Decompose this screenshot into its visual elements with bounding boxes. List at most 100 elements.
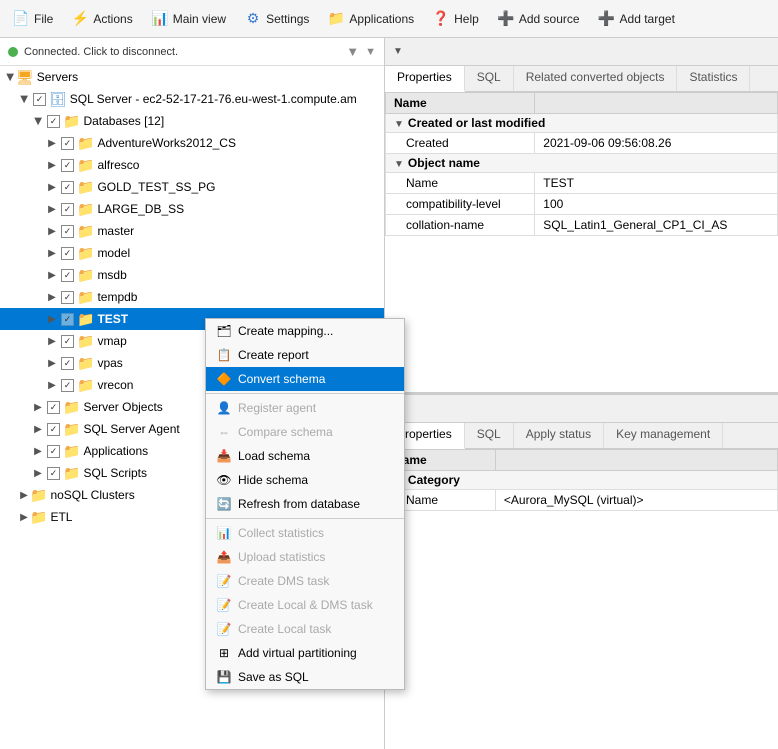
tree-checkbox-tempdb[interactable] xyxy=(61,291,74,304)
ctx-collect-statistics: 📊 Collect statistics xyxy=(206,521,404,545)
tree-checkbox-test[interactable] xyxy=(61,313,74,326)
tab-related-converted-objects[interactable]: Related converted objects xyxy=(514,66,678,91)
tree-item-msdb[interactable]: 📁 msdb xyxy=(0,264,384,286)
ctx-register-agent-icon: 👤 xyxy=(216,400,232,416)
prop-value-name: TEST xyxy=(535,173,778,194)
connection-dot xyxy=(8,47,18,57)
ctx-create-dms-task: 📝 Create DMS task xyxy=(206,569,404,593)
tree-checkbox-vpas[interactable] xyxy=(61,357,74,370)
applications-button[interactable]: 📁 Applications xyxy=(319,6,422,32)
properties-table-bottom: Name ▼Category Name <Aurora_MySQL (vi xyxy=(385,449,778,511)
help-label: Help xyxy=(454,12,479,26)
tree-checkbox-adventureworks[interactable] xyxy=(61,137,74,150)
tree-checkbox-sql-scripts[interactable] xyxy=(47,467,60,480)
panel-expand-arrow-top[interactable]: ▼ xyxy=(389,46,407,57)
tree-checkbox-sql-server[interactable] xyxy=(33,93,46,106)
tree-checkbox-msdb[interactable] xyxy=(61,269,74,282)
tree-checkbox-master[interactable] xyxy=(61,225,74,238)
add-target-button[interactable]: ➕ Add target xyxy=(590,6,683,32)
ctx-save-as-sql[interactable]: 💾 Save as SQL xyxy=(206,665,404,689)
ctx-add-virtual-partitioning[interactable]: ⊞ Add virtual partitioning xyxy=(206,641,404,665)
tree-checkbox-vrecon[interactable] xyxy=(61,379,74,392)
tab-apply-status[interactable]: Apply status xyxy=(514,423,604,448)
tree-arrow-databases xyxy=(32,116,44,127)
tree-item-alfresco[interactable]: 📁 alfresco xyxy=(0,154,384,176)
section-label-category: ▼Category xyxy=(386,471,778,490)
tree-checkbox-databases[interactable] xyxy=(47,115,60,128)
tree-checkbox-large-db[interactable] xyxy=(61,203,74,216)
ctx-create-report[interactable]: 📋 Create report xyxy=(206,343,404,367)
ctx-create-local-task: 📝 Create Local task xyxy=(206,617,404,641)
tab-statistics-top[interactable]: Statistics xyxy=(677,66,750,91)
tree-item-gold-test[interactable]: 📁 GOLD_TEST_SS_PG xyxy=(0,176,384,198)
ctx-load-schema[interactable]: 📥 Load schema xyxy=(206,444,404,468)
tree-checkbox-model[interactable] xyxy=(61,247,74,260)
prop-key-created: Created xyxy=(386,133,535,154)
tree-arrow-large-db xyxy=(46,204,58,215)
tree-item-databases[interactable]: 📁 Databases [12] xyxy=(0,110,384,132)
tree-item-sql-server[interactable]: 🗄 SQL Server - ec2-52-17-21-76.eu-west-1… xyxy=(0,88,384,110)
ctx-hide-schema[interactable]: 👁 Hide schema xyxy=(206,468,404,492)
actions-button[interactable]: ⚡ Actions xyxy=(63,6,140,32)
tree-item-tempdb[interactable]: 📁 tempdb xyxy=(0,286,384,308)
ctx-convert-schema[interactable]: 🔶 Convert schema xyxy=(206,367,404,391)
tree-label-vrecon: vrecon xyxy=(97,378,133,392)
tree-label-large-db: LARGE_DB_SS xyxy=(97,202,184,216)
table-row: collation-name SQL_Latin1_General_CP1_CI… xyxy=(386,215,778,236)
connection-text[interactable]: Connected. Click to disconnect. xyxy=(24,46,340,58)
file-button[interactable]: 📄 File xyxy=(4,6,61,32)
ctx-upload-stats-icon: 📤 xyxy=(216,549,232,565)
tree-item-large-db[interactable]: 📁 LARGE_DB_SS xyxy=(0,198,384,220)
tree-checkbox-server-objects[interactable] xyxy=(47,401,60,414)
servers-folder-icon: 🖥 xyxy=(16,69,34,86)
ctx-upload-statistics: 📤 Upload statistics xyxy=(206,545,404,569)
tab-sql-top[interactable]: SQL xyxy=(465,66,514,91)
settings-button[interactable]: ⚙ Settings xyxy=(236,6,317,32)
tree-label-nosql: noSQL Clusters xyxy=(50,488,134,502)
file-icon: 📄 xyxy=(12,10,30,28)
tab-key-management[interactable]: Key management xyxy=(604,423,723,448)
table-row: Name TEST xyxy=(386,173,778,194)
tree-label-gold-test: GOLD_TEST_SS_PG xyxy=(97,180,215,194)
section-label-object-name: ▼Object name xyxy=(386,154,778,173)
add-target-label: Add target xyxy=(620,12,675,26)
tree-arrow-vrecon xyxy=(46,380,58,391)
tree-checkbox-applications[interactable] xyxy=(47,445,60,458)
main-view-button[interactable]: 📊 Main view xyxy=(143,6,234,32)
tree-checkbox-sql-agent[interactable] xyxy=(47,423,60,436)
tree-arrow-sql-scripts xyxy=(32,468,44,479)
tree-arrow-applications xyxy=(32,446,44,457)
tree-item-master[interactable]: 📁 master xyxy=(0,220,384,242)
vrecon-icon: 📁 xyxy=(77,377,94,394)
tree-label-databases: Databases [12] xyxy=(83,114,164,128)
ctx-hide-schema-icon: 👁 xyxy=(216,472,232,488)
nosql-icon: 📁 xyxy=(30,487,47,504)
filter-arrow[interactable]: ▼ xyxy=(365,46,376,58)
ctx-compare-schema-label: Compare schema xyxy=(238,425,333,439)
ctx-create-report-label: Create report xyxy=(238,348,309,362)
ctx-collect-stats-label: Collect statistics xyxy=(238,526,324,540)
ctx-local-dms-label: Create Local & DMS task xyxy=(238,598,373,612)
tree-label-sql-agent: SQL Server Agent xyxy=(83,422,179,436)
tab-sql-bottom[interactable]: SQL xyxy=(465,423,514,448)
ctx-create-mapping[interactable]: 🗂 Create mapping... xyxy=(206,319,404,343)
ctx-refresh-database[interactable]: 🔄 Refresh from database xyxy=(206,492,404,516)
tree-arrow-master xyxy=(46,226,58,237)
ctx-dms-task-label: Create DMS task xyxy=(238,574,329,588)
filter-icon[interactable]: ▼ xyxy=(346,44,359,59)
col-header-value-bottom xyxy=(495,450,777,471)
ctx-convert-schema-label: Convert schema xyxy=(238,372,325,386)
tree-checkbox-vmap[interactable] xyxy=(61,335,74,348)
tree-item-model[interactable]: 📁 model xyxy=(0,242,384,264)
tree-item-adventureworks[interactable]: 📁 AdventureWorks2012_CS xyxy=(0,132,384,154)
tree-checkbox-alfresco[interactable] xyxy=(61,159,74,172)
ctx-load-schema-label: Load schema xyxy=(238,449,310,463)
table-row: compatibility-level 100 xyxy=(386,194,778,215)
tree-item-servers[interactable]: 🖥 Servers xyxy=(0,66,384,88)
tab-properties-top[interactable]: Properties xyxy=(385,66,465,92)
tree-checkbox-gold-test[interactable] xyxy=(61,181,74,194)
add-source-button[interactable]: ➕ Add source xyxy=(489,6,588,32)
table-row: Name <Aurora_MySQL (virtual)> xyxy=(386,490,778,511)
model-icon: 📁 xyxy=(77,245,94,262)
help-button[interactable]: ❓ Help xyxy=(424,6,487,32)
